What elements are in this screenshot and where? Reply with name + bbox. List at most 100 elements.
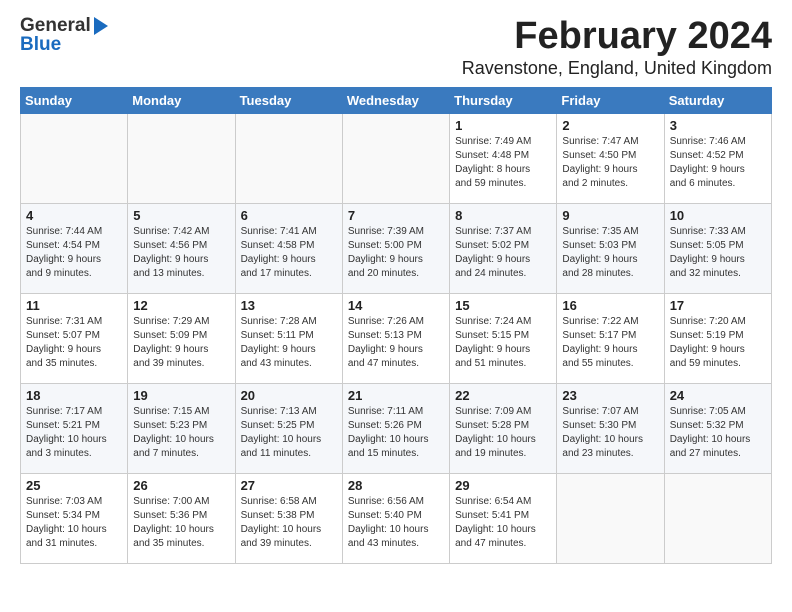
weekday-header-tuesday: Tuesday [235,87,342,113]
calendar-day-cell [557,473,664,563]
day-number: 15 [455,298,551,313]
calendar-day-cell: 6 Sunrise: 7:41 AM Sunset: 4:58 PM Daylig… [235,203,342,293]
day-number: 7 [348,208,444,223]
day-number: 5 [133,208,229,223]
calendar-day-cell: 7 Sunrise: 7:39 AM Sunset: 5:00 PM Daylig… [342,203,449,293]
day-info: Sunrise: 7:11 AM Sunset: 5:26 PM Dayligh… [348,405,444,461]
calendar-day-cell: 21 Sunrise: 7:11 AM Sunset: 5:26 PM Dayli… [342,383,449,473]
day-number: 26 [133,478,229,493]
calendar-week-row: 11Sunrise: 7:31 AM Sunset: 5:07 PM Dayli… [21,293,772,383]
day-info: Sunrise: 7:00 AM Sunset: 5:36 PM Dayligh… [133,495,229,551]
day-number: 16 [562,298,658,313]
calendar-day-cell: 29 Sunrise: 6:54 AM Sunset: 5:41 PM Dayli… [450,473,557,563]
logo-blue: Blue [20,35,108,54]
day-info: Sunrise: 7:41 AM Sunset: 4:58 PM Dayligh… [241,225,337,281]
header: General Blue February 2024 Ravenstone, E… [20,16,772,79]
calendar-day-cell: 17Sunrise: 7:20 AM Sunset: 5:19 PM Dayli… [664,293,771,383]
calendar-day-cell: 2 Sunrise: 7:47 AM Sunset: 4:50 PM Daylig… [557,113,664,203]
calendar-day-cell: 28 Sunrise: 6:56 AM Sunset: 5:40 PM Dayli… [342,473,449,563]
location-subtitle: Ravenstone, England, United Kingdom [462,58,772,79]
day-number: 25 [26,478,122,493]
day-number: 23 [562,388,658,403]
day-number: 21 [348,388,444,403]
calendar-day-cell: 25 Sunrise: 7:03 AM Sunset: 5:34 PM Dayli… [21,473,128,563]
calendar-day-cell: 24 Sunrise: 7:05 AM Sunset: 5:32 PM Dayli… [664,383,771,473]
day-info: Sunrise: 7:49 AM Sunset: 4:48 PM Dayligh… [455,135,551,191]
day-info: Sunrise: 7:22 AM Sunset: 5:17 PM Dayligh… [562,315,658,371]
weekday-header-saturday: Saturday [664,87,771,113]
day-number: 24 [670,388,766,403]
day-number: 20 [241,388,337,403]
day-info: Sunrise: 7:37 AM Sunset: 5:02 PM Dayligh… [455,225,551,281]
day-info: Sunrise: 7:47 AM Sunset: 4:50 PM Dayligh… [562,135,658,191]
logo: General Blue [20,16,108,54]
day-number: 18 [26,388,122,403]
day-info: Sunrise: 6:56 AM Sunset: 5:40 PM Dayligh… [348,495,444,551]
logo-general: General [20,16,91,35]
calendar-day-cell [235,113,342,203]
day-info: Sunrise: 7:29 AM Sunset: 5:09 PM Dayligh… [133,315,229,371]
day-number: 29 [455,478,551,493]
calendar-day-cell: 27 Sunrise: 6:58 AM Sunset: 5:38 PM Dayli… [235,473,342,563]
month-year-title: February 2024 [462,16,772,58]
day-number: 27 [241,478,337,493]
calendar-day-cell: 9Sunrise: 7:35 AM Sunset: 5:03 PM Daylig… [557,203,664,293]
day-info: Sunrise: 7:24 AM Sunset: 5:15 PM Dayligh… [455,315,551,371]
calendar-day-cell: 11Sunrise: 7:31 AM Sunset: 5:07 PM Dayli… [21,293,128,383]
day-info: Sunrise: 7:03 AM Sunset: 5:34 PM Dayligh… [26,495,122,551]
day-info: Sunrise: 6:54 AM Sunset: 5:41 PM Dayligh… [455,495,551,551]
day-info: Sunrise: 7:05 AM Sunset: 5:32 PM Dayligh… [670,405,766,461]
day-info: Sunrise: 7:44 AM Sunset: 4:54 PM Dayligh… [26,225,122,281]
title-section: February 2024 Ravenstone, England, Unite… [462,16,772,79]
calendar-day-cell [128,113,235,203]
day-number: 19 [133,388,229,403]
calendar-week-row: 25 Sunrise: 7:03 AM Sunset: 5:34 PM Dayli… [21,473,772,563]
weekday-header-friday: Friday [557,87,664,113]
day-number: 8 [455,208,551,223]
day-info: Sunrise: 7:15 AM Sunset: 5:23 PM Dayligh… [133,405,229,461]
day-number: 3 [670,118,766,133]
day-number: 13 [241,298,337,313]
day-number: 28 [348,478,444,493]
calendar-day-cell: 19 Sunrise: 7:15 AM Sunset: 5:23 PM Dayli… [128,383,235,473]
day-info: Sunrise: 7:42 AM Sunset: 4:56 PM Dayligh… [133,225,229,281]
calendar-day-cell: 12 Sunrise: 7:29 AM Sunset: 5:09 PM Dayli… [128,293,235,383]
day-info: Sunrise: 7:35 AM Sunset: 5:03 PM Dayligh… [562,225,658,281]
weekday-header-thursday: Thursday [450,87,557,113]
logo-triangle-icon [94,17,108,35]
calendar-day-cell [342,113,449,203]
calendar-day-cell: 3 Sunrise: 7:46 AM Sunset: 4:52 PM Daylig… [664,113,771,203]
calendar-day-cell: 26 Sunrise: 7:00 AM Sunset: 5:36 PM Dayli… [128,473,235,563]
weekday-header-wednesday: Wednesday [342,87,449,113]
day-info: Sunrise: 7:46 AM Sunset: 4:52 PM Dayligh… [670,135,766,191]
calendar-day-cell [21,113,128,203]
day-info: Sunrise: 6:58 AM Sunset: 5:38 PM Dayligh… [241,495,337,551]
calendar-day-cell: 15 Sunrise: 7:24 AM Sunset: 5:15 PM Dayli… [450,293,557,383]
day-info: Sunrise: 7:20 AM Sunset: 5:19 PM Dayligh… [670,315,766,371]
weekday-header-row: SundayMondayTuesdayWednesdayThursdayFrid… [21,87,772,113]
day-info: Sunrise: 7:26 AM Sunset: 5:13 PM Dayligh… [348,315,444,371]
day-info: Sunrise: 7:31 AM Sunset: 5:07 PM Dayligh… [26,315,122,371]
calendar-day-cell: 20 Sunrise: 7:13 AM Sunset: 5:25 PM Dayli… [235,383,342,473]
calendar-week-row: 1Sunrise: 7:49 AM Sunset: 4:48 PM Daylig… [21,113,772,203]
calendar-day-cell: 18Sunrise: 7:17 AM Sunset: 5:21 PM Dayli… [21,383,128,473]
day-info: Sunrise: 7:39 AM Sunset: 5:00 PM Dayligh… [348,225,444,281]
weekday-header-sunday: Sunday [21,87,128,113]
calendar-day-cell: 4Sunrise: 7:44 AM Sunset: 4:54 PM Daylig… [21,203,128,293]
calendar-week-row: 4Sunrise: 7:44 AM Sunset: 4:54 PM Daylig… [21,203,772,293]
calendar-day-cell: 14Sunrise: 7:26 AM Sunset: 5:13 PM Dayli… [342,293,449,383]
day-info: Sunrise: 7:13 AM Sunset: 5:25 PM Dayligh… [241,405,337,461]
day-info: Sunrise: 7:09 AM Sunset: 5:28 PM Dayligh… [455,405,551,461]
day-number: 22 [455,388,551,403]
calendar-day-cell: 16 Sunrise: 7:22 AM Sunset: 5:17 PM Dayli… [557,293,664,383]
calendar-day-cell: 23Sunrise: 7:07 AM Sunset: 5:30 PM Dayli… [557,383,664,473]
calendar-table: SundayMondayTuesdayWednesdayThursdayFrid… [20,87,772,564]
day-number: 2 [562,118,658,133]
calendar-day-cell: 8 Sunrise: 7:37 AM Sunset: 5:02 PM Daylig… [450,203,557,293]
day-number: 12 [133,298,229,313]
calendar-day-cell: 13Sunrise: 7:28 AM Sunset: 5:11 PM Dayli… [235,293,342,383]
day-number: 6 [241,208,337,223]
calendar-day-cell: 1Sunrise: 7:49 AM Sunset: 4:48 PM Daylig… [450,113,557,203]
day-number: 10 [670,208,766,223]
day-info: Sunrise: 7:33 AM Sunset: 5:05 PM Dayligh… [670,225,766,281]
